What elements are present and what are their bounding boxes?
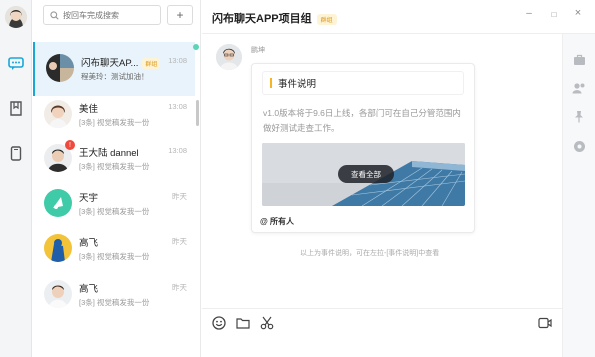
group-avatar <box>46 54 74 82</box>
conversation-preview: [3条] 视觉稿发我一份 <box>79 207 150 216</box>
conversation-item[interactable]: 高飞 [3条] 视觉稿发我一份 昨天 <box>33 268 195 322</box>
status-dot <box>193 44 199 50</box>
contacts-book-icon[interactable] <box>6 98 26 118</box>
contact-avatar <box>44 234 72 262</box>
right-tool-panel <box>562 34 595 357</box>
group-tag: 群组 <box>142 57 161 69</box>
search-input[interactable] <box>63 10 158 20</box>
conversation-preview: [3条] 视觉稿发我一份 <box>79 118 150 127</box>
pin-icon[interactable] <box>571 108 587 124</box>
chat-icon[interactable] <box>6 54 26 74</box>
conversation-time: 昨天 <box>172 192 187 201</box>
folder-icon[interactable] <box>235 315 251 331</box>
conversation-preview: [3条] 视觉稿发我一份 <box>79 298 150 307</box>
contact-avatar <box>44 280 72 308</box>
card-title: 事件说明 <box>278 79 317 90</box>
event-card[interactable]: 事件说明 v1.0版本将于9.6日上线，各部门可在自己分管范围内做好测试走查工作… <box>251 63 475 233</box>
input-toolbar <box>202 308 562 357</box>
accent-bar <box>270 78 272 88</box>
contact-avatar <box>44 189 72 217</box>
left-rail <box>0 0 32 357</box>
chat-header: 闪布聊天APP项目组 群组 – □ × <box>202 0 595 34</box>
conversation-name: 高飞 <box>79 284 99 295</box>
contact-avatar <box>44 100 72 128</box>
mention-all: @ 所有人 <box>260 217 295 226</box>
chat-title: 闪布聊天APP项目组 群组 <box>212 10 337 26</box>
conversation-list: + 闪布聊天AP...群组 程美玲：测试加油！ 13:08 美佳 [3条] 视觉… <box>33 0 201 357</box>
search-box[interactable] <box>43 5 161 25</box>
list-scrollbar[interactable] <box>196 100 199 126</box>
search-icon <box>50 10 59 20</box>
card-body: v1.0版本将于9.6日上线，各部门可在自己分管范围内做好测试走查工作。 <box>263 108 461 133</box>
conversation-name: 闪布聊天AP... 群组 <box>81 55 161 69</box>
conversation-time: 13:08 <box>168 102 187 111</box>
sender-avatar[interactable] <box>216 44 242 70</box>
conversation-time: 昨天 <box>172 237 187 246</box>
sender-name: 鹏坤 <box>251 47 265 54</box>
app-window: + 闪布聊天AP...群组 程美玲：测试加油！ 13:08 美佳 [3条] 视觉… <box>0 0 595 357</box>
scissors-icon[interactable] <box>259 315 275 331</box>
user-avatar[interactable] <box>5 6 27 28</box>
unread-badge: ! <box>65 140 75 150</box>
group-tag: 群组 <box>316 13 337 25</box>
device-icon[interactable] <box>6 143 26 163</box>
emoji-icon[interactable] <box>211 315 227 331</box>
members-icon[interactable] <box>571 80 587 96</box>
briefcase-icon[interactable] <box>571 52 587 68</box>
minimize-button[interactable]: – <box>522 8 536 19</box>
conversation-time: 13:08 <box>168 56 187 65</box>
video-call-icon[interactable] <box>537 315 553 331</box>
conversation-name: 王大陆 dannel <box>79 148 139 159</box>
card-image: 查看全部 <box>262 143 465 206</box>
add-conversation-button[interactable]: + <box>167 5 193 25</box>
conversation-name: 天宇 <box>79 193 99 204</box>
settings-gear-icon[interactable] <box>571 138 587 154</box>
conversation-name: 高飞 <box>79 238 99 249</box>
system-note: 以上为事件说明，可在左拉-[事件说明]中查看 <box>300 250 440 257</box>
maximize-button[interactable]: □ <box>547 10 561 19</box>
close-button[interactable]: × <box>571 7 585 19</box>
card-header: 事件说明 <box>262 71 464 95</box>
conversation-name: 美佳 <box>79 104 99 115</box>
conversation-preview: [3条] 视觉稿发我一份 <box>79 252 150 261</box>
conversation-preview: 程美玲：测试加油！ <box>81 72 149 81</box>
conversation-time: 昨天 <box>172 283 187 292</box>
chat-panel: 闪布聊天APP项目组 群组 – □ × 鹏坤 事件说明 v1.0版本将于9.6日上… <box>202 0 595 357</box>
view-all-button[interactable]: 查看全部 <box>338 165 394 183</box>
conversation-time: 13:08 <box>168 146 187 155</box>
conversation-preview: [3条] 视觉稿发我一份 <box>79 162 150 171</box>
